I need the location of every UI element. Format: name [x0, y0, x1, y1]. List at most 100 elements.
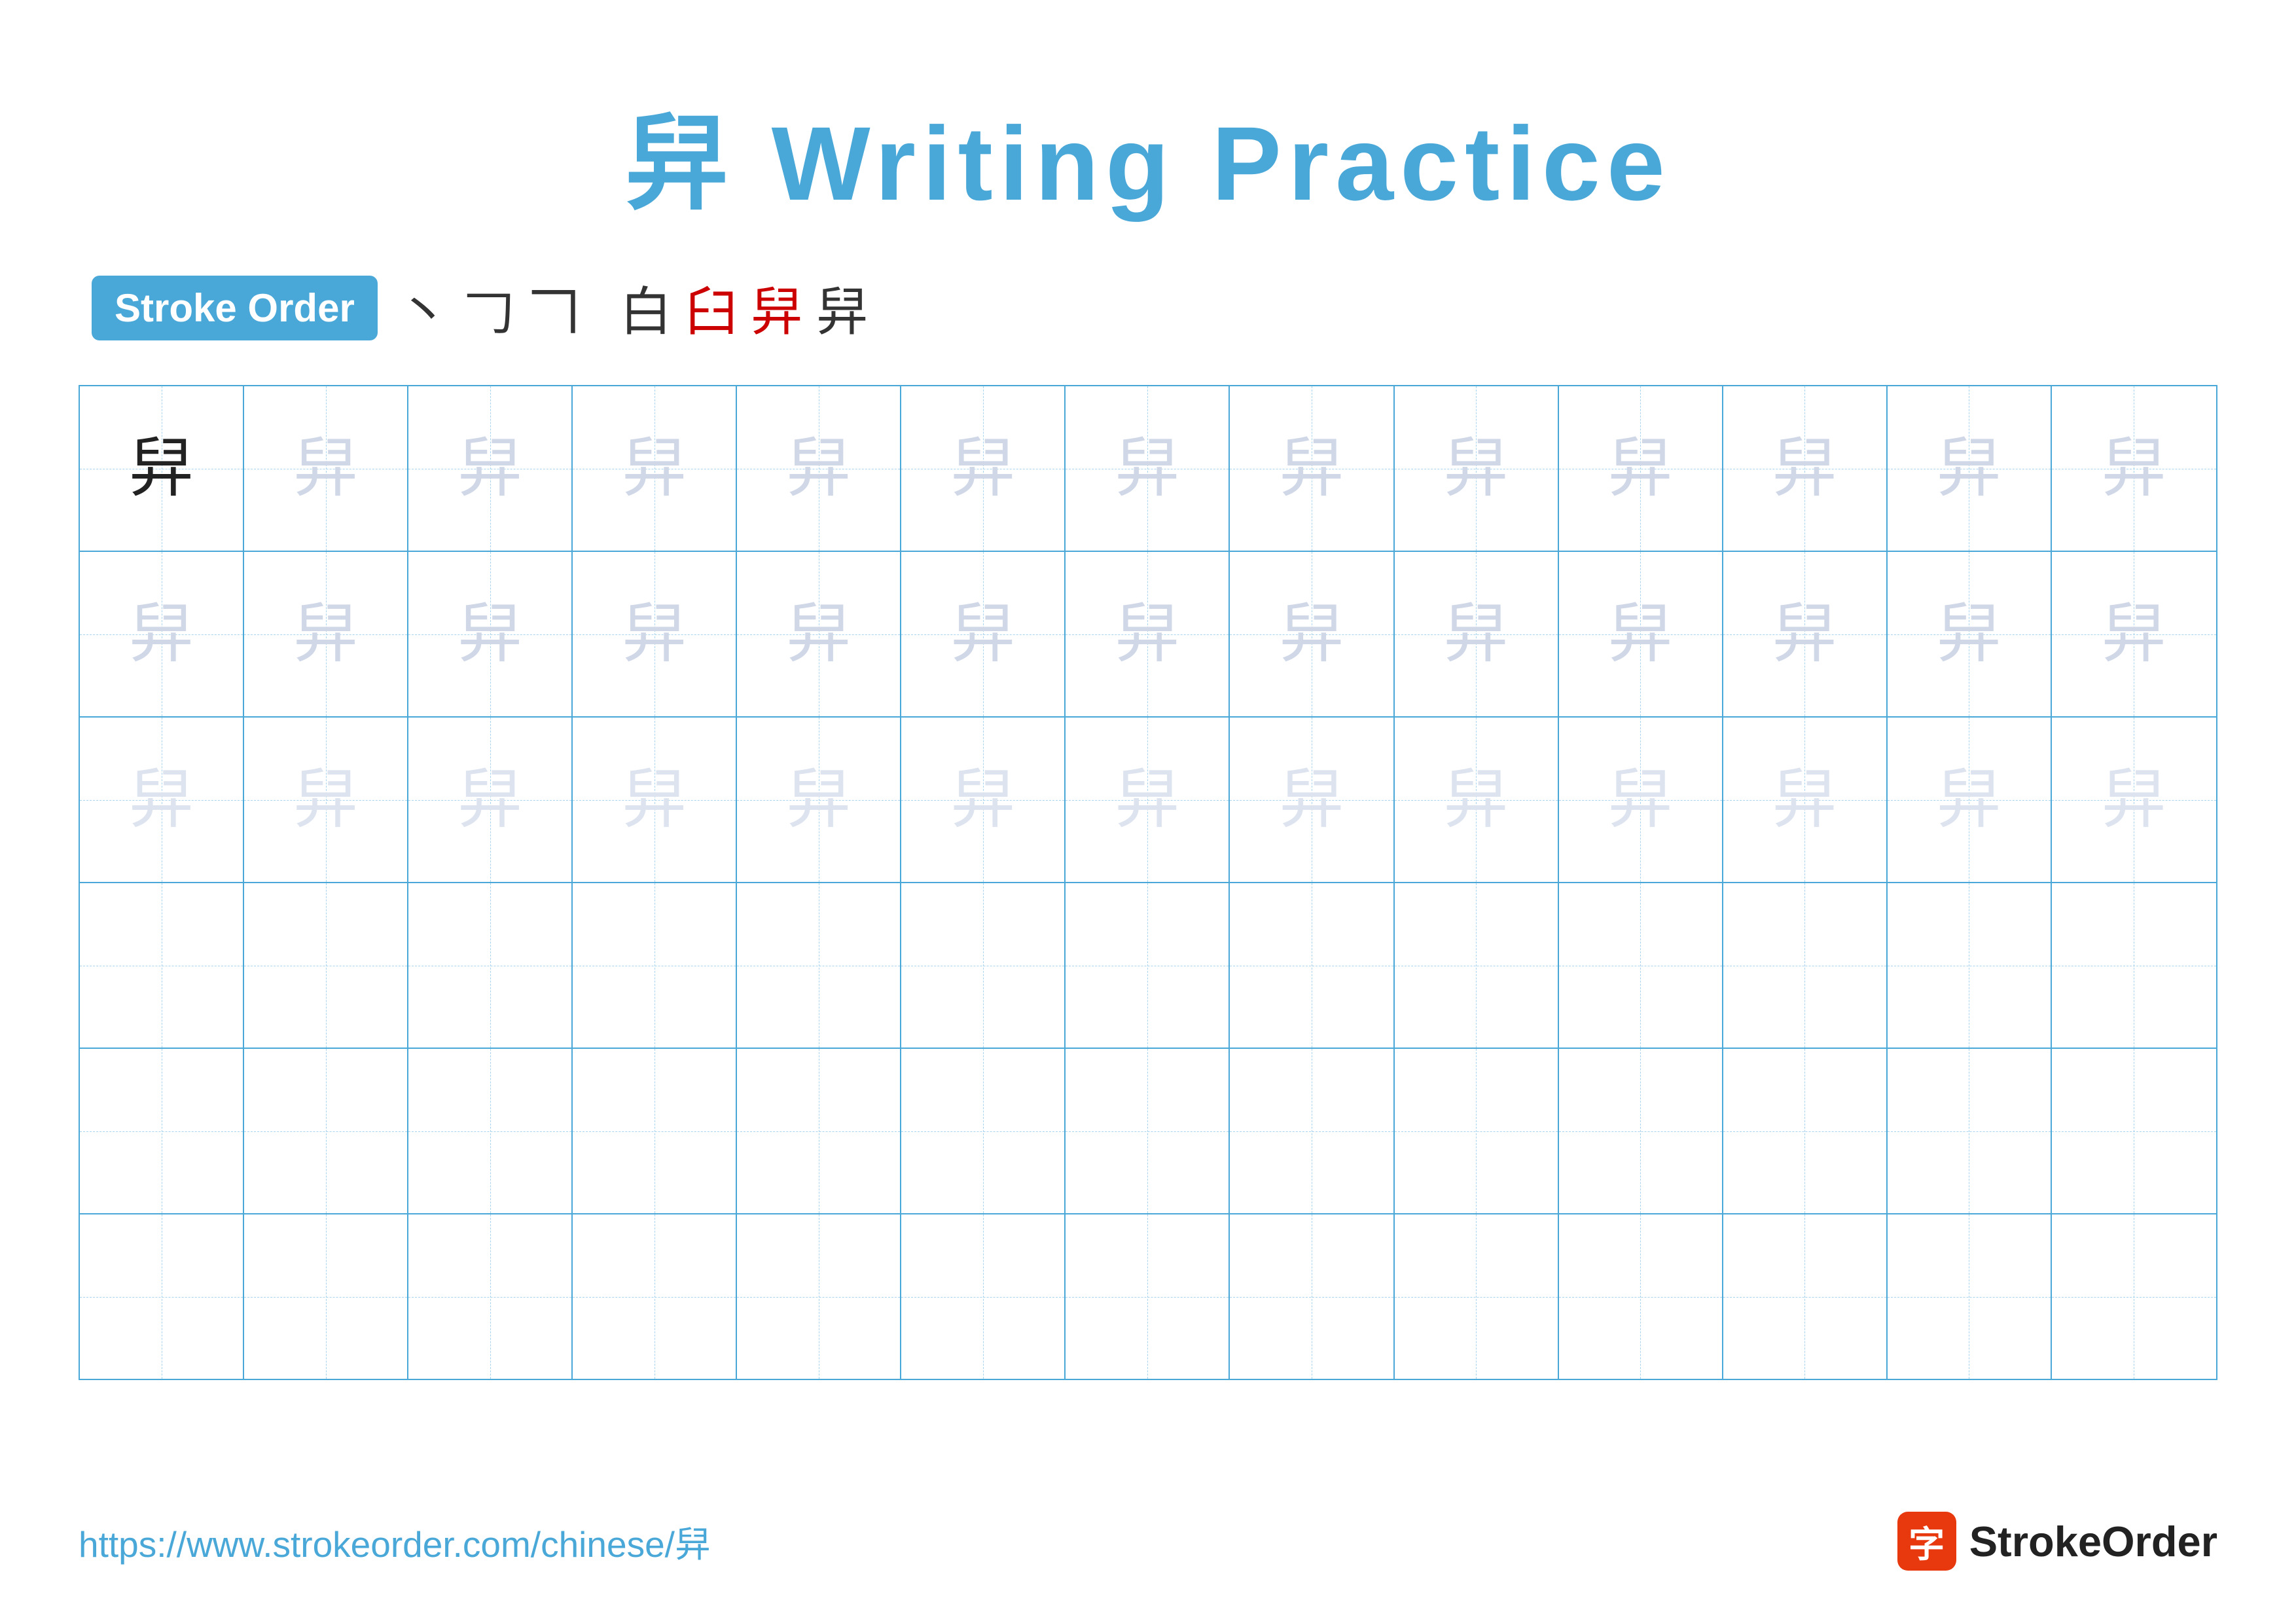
char-light: 舁	[1936, 602, 2001, 667]
grid-cell-5-2[interactable]	[244, 1049, 408, 1213]
practice-grid: 舁 舁 舁 舁 舁 舁 舁 舁 舁 舁 舁 舁 舁 舁 舁 舁 舁 舁 舁 舁 …	[79, 385, 2217, 1380]
char-light: 舁	[950, 602, 1016, 667]
grid-cell-1-10: 舁	[1559, 386, 1723, 551]
grid-cell-1-8: 舁	[1230, 386, 1394, 551]
grid-cell-6-13[interactable]	[2052, 1214, 2216, 1379]
grid-cell-1-3: 舁	[408, 386, 573, 551]
grid-cell-3-4: 舁	[573, 718, 737, 882]
page-title: 舁 Writing Practice	[79, 79, 2217, 230]
char-light: 舁	[950, 436, 1016, 501]
grid-cell-4-2[interactable]	[244, 883, 408, 1048]
char-light: 舁	[786, 602, 852, 667]
grid-cell-6-7[interactable]	[1066, 1214, 1230, 1379]
grid-cell-2-3: 舁	[408, 552, 573, 716]
grid-cell-5-4[interactable]	[573, 1049, 737, 1213]
char-light: 舁	[129, 602, 194, 667]
grid-cell-4-1[interactable]	[80, 883, 244, 1048]
grid-cell-5-1[interactable]	[80, 1049, 244, 1213]
grid-cell-6-2[interactable]	[244, 1214, 408, 1379]
char-light: 舁	[457, 436, 523, 501]
char-lighter: 舁	[1936, 767, 2001, 833]
grid-cell-5-5[interactable]	[737, 1049, 901, 1213]
logo-icon: 字	[1897, 1512, 1956, 1571]
grid-cell-1-9: 舁	[1395, 386, 1559, 551]
title-writing-practice: Writing Practice	[772, 105, 1672, 222]
char-light: 舁	[1772, 436, 1837, 501]
grid-cell-6-11[interactable]	[1723, 1214, 1888, 1379]
grid-cell-5-11[interactable]	[1723, 1049, 1888, 1213]
grid-cell-6-6[interactable]	[901, 1214, 1066, 1379]
char-lighter: 舁	[622, 767, 687, 833]
char-light: 舁	[1607, 602, 1673, 667]
grid-cell-5-12[interactable]	[1888, 1049, 2052, 1213]
footer: https://www.strokeorder.com/chinese/舁 字 …	[79, 1512, 2217, 1571]
char-light: 舁	[1443, 436, 1509, 501]
grid-cell-6-1[interactable]	[80, 1214, 244, 1379]
char-dark: 舁	[129, 436, 194, 501]
char-lighter: 舁	[1772, 767, 1837, 833]
char-lighter: 舁	[293, 767, 359, 833]
grid-cell-3-6: 舁	[901, 718, 1066, 882]
grid-cell-2-10: 舁	[1559, 552, 1723, 716]
char-light: 舁	[457, 602, 523, 667]
grid-cell-1-4: 舁	[573, 386, 737, 551]
grid-cell-3-10: 舁	[1559, 718, 1723, 882]
stroke-step-6: 白	[620, 270, 672, 346]
grid-cell-1-5: 舁	[737, 386, 901, 551]
grid-cell-6-5[interactable]	[737, 1214, 901, 1379]
grid-cell-6-3[interactable]	[408, 1214, 573, 1379]
grid-row-3: 舁 舁 舁 舁 舁 舁 舁 舁 舁 舁 舁 舁 舁	[80, 718, 2216, 883]
grid-cell-6-10[interactable]	[1559, 1214, 1723, 1379]
grid-cell-4-12[interactable]	[1888, 883, 2052, 1048]
grid-cell-5-6[interactable]	[901, 1049, 1066, 1213]
grid-row-4	[80, 883, 2216, 1049]
grid-row-5	[80, 1049, 2216, 1214]
stroke-step-1: 丶	[397, 270, 450, 346]
char-light: 舁	[2101, 602, 2166, 667]
char-light: 舁	[293, 436, 359, 501]
grid-cell-5-3[interactable]	[408, 1049, 573, 1213]
stroke-steps: 丶 𠃌 𠃍 𠃐 𠂭 白 臼 舁 舁	[397, 270, 869, 346]
grid-cell-1-13: 舁	[2052, 386, 2216, 551]
grid-cell-5-7[interactable]	[1066, 1049, 1230, 1213]
grid-cell-5-10[interactable]	[1559, 1049, 1723, 1213]
stroke-order-row: Stroke Order 丶 𠃌 𠃍 𠃐 𠂭 白 臼 舁 舁	[79, 270, 2217, 346]
grid-cell-1-12: 舁	[1888, 386, 2052, 551]
grid-cell-1-11: 舁	[1723, 386, 1888, 551]
grid-cell-6-8[interactable]	[1230, 1214, 1394, 1379]
grid-cell-5-9[interactable]	[1395, 1049, 1559, 1213]
grid-cell-6-12[interactable]	[1888, 1214, 2052, 1379]
grid-cell-3-8: 舁	[1230, 718, 1394, 882]
char-light: 舁	[622, 436, 687, 501]
grid-cell-3-5: 舁	[737, 718, 901, 882]
page: 舁 Writing Practice Stroke Order 丶 𠃌 𠃍 𠃐 …	[0, 0, 2296, 1623]
grid-cell-3-13: 舁	[2052, 718, 2216, 882]
grid-cell-4-7[interactable]	[1066, 883, 1230, 1048]
grid-cell-2-7: 舁	[1066, 552, 1230, 716]
grid-cell-6-4[interactable]	[573, 1214, 737, 1379]
grid-cell-4-6[interactable]	[901, 883, 1066, 1048]
char-light: 舁	[2101, 436, 2166, 501]
footer-url[interactable]: https://www.strokeorder.com/chinese/舁	[79, 1515, 711, 1567]
grid-cell-4-8[interactable]	[1230, 883, 1394, 1048]
grid-cell-2-2: 舁	[244, 552, 408, 716]
grid-cell-4-4[interactable]	[573, 883, 737, 1048]
grid-cell-5-8[interactable]	[1230, 1049, 1394, 1213]
grid-cell-3-11: 舁	[1723, 718, 1888, 882]
char-lighter: 舁	[1443, 767, 1509, 833]
grid-cell-4-3[interactable]	[408, 883, 573, 1048]
grid-cell-4-13[interactable]	[2052, 883, 2216, 1048]
grid-cell-2-5: 舁	[737, 552, 901, 716]
char-light: 舁	[786, 436, 852, 501]
char-light: 舁	[1115, 436, 1180, 501]
grid-cell-1-6: 舁	[901, 386, 1066, 551]
grid-cell-4-9[interactable]	[1395, 883, 1559, 1048]
grid-cell-4-10[interactable]	[1559, 883, 1723, 1048]
stroke-step-9: 舁	[816, 270, 869, 346]
grid-cell-5-13[interactable]	[2052, 1049, 2216, 1213]
grid-cell-2-6: 舁	[901, 552, 1066, 716]
grid-cell-4-11[interactable]	[1723, 883, 1888, 1048]
grid-cell-4-5[interactable]	[737, 883, 901, 1048]
char-light: 舁	[622, 602, 687, 667]
grid-cell-6-9[interactable]	[1395, 1214, 1559, 1379]
